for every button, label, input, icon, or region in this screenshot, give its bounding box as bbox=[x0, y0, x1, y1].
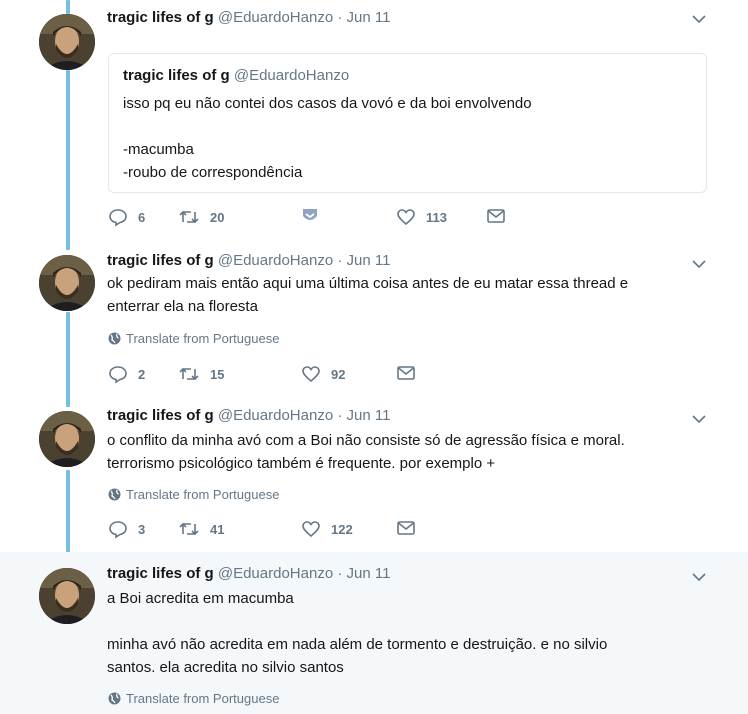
translate-link[interactable]: Translate from Portuguese bbox=[108, 487, 279, 502]
retweet-button[interactable]: 20 bbox=[178, 207, 224, 227]
tweet-date[interactable]: Jun 11 bbox=[347, 407, 391, 424]
heart-icon bbox=[397, 209, 415, 226]
separator: · bbox=[337, 9, 343, 26]
reply-icon bbox=[109, 521, 127, 539]
tweet-date[interactable]: Jun 11 bbox=[347, 565, 391, 582]
retweet-icon bbox=[179, 367, 199, 381]
avatar[interactable] bbox=[39, 411, 95, 467]
chevron-down-icon[interactable] bbox=[690, 568, 708, 586]
direct-message-button[interactable] bbox=[486, 207, 506, 225]
author-name[interactable]: tragic lifes of g bbox=[107, 407, 214, 424]
like-button[interactable]: 113 bbox=[396, 207, 447, 227]
chevron-down-icon[interactable] bbox=[690, 10, 708, 28]
tweet-date[interactable]: Jun 11 bbox=[347, 9, 391, 26]
author-name[interactable]: tragic lifes of g bbox=[107, 9, 214, 26]
quoted-tweet-text: isso pq eu não contei dos casos da vovó … bbox=[123, 92, 532, 184]
like-count: 122 bbox=[331, 521, 353, 537]
author-name[interactable]: tragic lifes of g bbox=[107, 252, 214, 269]
like-button[interactable]: 122 bbox=[301, 519, 353, 539]
globe-icon bbox=[108, 488, 121, 501]
tweet-text-line: enterrar ela na floresta bbox=[107, 298, 258, 315]
retweet-button[interactable]: 15 bbox=[178, 364, 224, 384]
tweet[interactable]: tragic lifes of g @EduardoHanzo · Jun 11… bbox=[0, 245, 748, 405]
reply-count: 3 bbox=[138, 521, 146, 537]
retweet-icon bbox=[179, 522, 199, 536]
tweet-text: o conflito da minha avó com a Boi não co… bbox=[107, 429, 717, 475]
retweet-count: 15 bbox=[210, 366, 225, 382]
tweet-text-line: o conflito da minha avó com a Boi não co… bbox=[107, 432, 625, 449]
tweet-text-line: santos. ela acredita no silvio santos bbox=[107, 659, 344, 676]
translate-label: Translate from Portuguese bbox=[126, 691, 280, 706]
reply-button[interactable]: 2 bbox=[108, 364, 145, 384]
translate-label: Translate from Portuguese bbox=[126, 331, 280, 346]
tweet-text-line: a Boi acredita em macumba bbox=[107, 590, 294, 607]
avatar[interactable] bbox=[39, 568, 95, 624]
quoted-tweet[interactable]: tragic lifes of g @EduardoHanzo isso pq … bbox=[108, 53, 707, 193]
separator: · bbox=[337, 252, 343, 269]
like-button[interactable]: 92 bbox=[301, 364, 345, 384]
envelope-icon bbox=[397, 366, 415, 380]
tweet-header: tragic lifes of g @EduardoHanzo · Jun 11 bbox=[107, 251, 390, 271]
quoted-tweet-header: tragic lifes of g @EduardoHanzo bbox=[123, 67, 349, 84]
quoted-author-name: tragic lifes of g bbox=[123, 67, 230, 84]
tweet-text-line: minha avó não acredita em nada além de t… bbox=[107, 636, 608, 653]
quoted-text-line: -macumba bbox=[123, 141, 194, 158]
reply-icon bbox=[109, 366, 127, 384]
translate-link[interactable]: Translate from Portuguese bbox=[108, 691, 279, 706]
translate-link[interactable]: Translate from Portuguese bbox=[108, 331, 279, 346]
author-handle[interactable]: @EduardoHanzo bbox=[218, 407, 333, 424]
reply-count: 6 bbox=[138, 209, 146, 225]
heart-icon bbox=[302, 366, 320, 383]
retweet-count: 41 bbox=[210, 521, 225, 537]
reply-icon bbox=[109, 209, 127, 227]
reply-button[interactable]: 6 bbox=[108, 207, 145, 227]
author-handle[interactable]: @EduardoHanzo bbox=[218, 252, 333, 269]
tweet-header: tragic lifes of g @EduardoHanzo · Jun 11 bbox=[107, 8, 390, 28]
bookmark-button[interactable] bbox=[301, 207, 319, 225]
tweet[interactable]: tragic lifes of g @EduardoHanzo · Jun 11… bbox=[0, 0, 748, 245]
tweet[interactable]: tragic lifes of g @EduardoHanzo · Jun 11… bbox=[0, 405, 748, 552]
quoted-text-line: isso pq eu não contei dos casos da vovó … bbox=[123, 95, 532, 112]
retweet-count: 20 bbox=[210, 209, 225, 225]
reply-button[interactable]: 3 bbox=[108, 519, 145, 539]
avatar[interactable] bbox=[39, 255, 95, 311]
chevron-down-icon[interactable] bbox=[690, 410, 708, 428]
reply-count: 2 bbox=[138, 366, 146, 382]
heart-icon bbox=[302, 521, 320, 538]
retweet-icon bbox=[179, 210, 199, 224]
tweet-header: tragic lifes of g @EduardoHanzo · Jun 11 bbox=[107, 564, 390, 584]
tweet-date[interactable]: Jun 11 bbox=[347, 252, 391, 269]
shield-icon bbox=[303, 209, 317, 220]
retweet-button[interactable]: 41 bbox=[178, 519, 224, 539]
author-name[interactable]: tragic lifes of g bbox=[107, 565, 214, 582]
globe-icon bbox=[108, 332, 121, 345]
author-handle[interactable]: @EduardoHanzo bbox=[218, 565, 333, 582]
tweet-text-line: ok pediram mais então aqui uma última co… bbox=[107, 275, 629, 292]
tweet-text: a Boi acredita em macumba minha avó não … bbox=[107, 587, 717, 679]
like-count: 113 bbox=[426, 209, 447, 225]
author-handle[interactable]: @EduardoHanzo bbox=[218, 9, 333, 26]
envelope-icon bbox=[397, 521, 415, 535]
translate-label: Translate from Portuguese bbox=[126, 487, 280, 502]
quoted-author-handle: @EduardoHanzo bbox=[233, 67, 350, 84]
tweet-header: tragic lifes of g @EduardoHanzo · Jun 11 bbox=[107, 406, 390, 426]
tweet-text-line: terrorismo psicológico também é frequent… bbox=[107, 455, 496, 472]
tweet-text: ok pediram mais então aqui uma última co… bbox=[107, 272, 717, 318]
direct-message-button[interactable] bbox=[396, 519, 416, 537]
like-count: 92 bbox=[331, 366, 346, 382]
chevron-down-icon[interactable] bbox=[690, 255, 708, 273]
direct-message-button[interactable] bbox=[396, 364, 416, 382]
separator: · bbox=[337, 565, 343, 582]
avatar[interactable] bbox=[39, 14, 95, 70]
envelope-icon bbox=[487, 209, 505, 223]
globe-icon bbox=[108, 692, 121, 705]
quoted-text-line: -roubo de correspondência bbox=[123, 164, 303, 181]
tweet-focused[interactable]: tragic lifes of g @EduardoHanzo · Jun 11… bbox=[0, 552, 748, 714]
separator: · bbox=[337, 407, 343, 424]
